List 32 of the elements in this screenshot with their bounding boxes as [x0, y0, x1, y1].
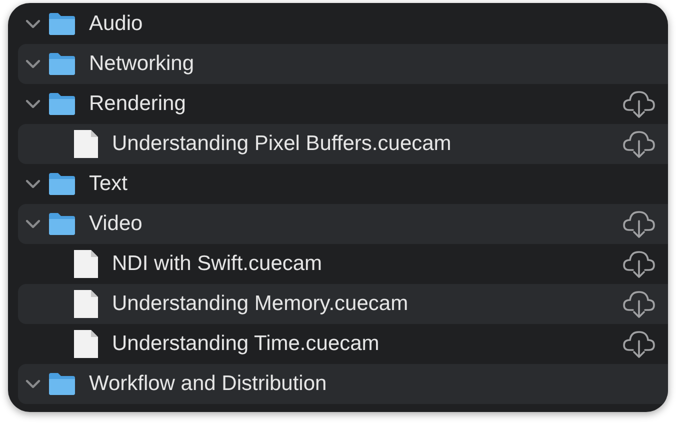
item-name[interactable]: Video: [89, 212, 622, 236]
chevron-down-icon[interactable]: [24, 378, 42, 390]
document-icon: [73, 329, 99, 359]
item-name[interactable]: Understanding Time.cuecam: [112, 332, 622, 356]
folder-icon: [48, 372, 76, 396]
folder-icon: [48, 92, 76, 116]
chevron-down-icon[interactable]: [24, 218, 42, 230]
item-name[interactable]: Text: [89, 172, 668, 196]
folder-icon: [48, 212, 76, 236]
item-name[interactable]: Workflow and Distribution: [89, 372, 668, 396]
cloud-download-icon[interactable]: [622, 89, 656, 119]
document-icon: [73, 129, 99, 159]
item-name[interactable]: Understanding Pixel Buffers.cuecam: [112, 132, 622, 156]
document-icon: [73, 289, 99, 319]
chevron-down-icon[interactable]: [24, 18, 42, 30]
chevron-down-icon[interactable]: [24, 58, 42, 70]
item-name[interactable]: Audio: [89, 12, 668, 36]
folder-icon: [48, 172, 76, 196]
document-icon: [73, 249, 99, 279]
folder-icon: [48, 52, 76, 76]
folder-icon: [48, 12, 76, 36]
item-name[interactable]: NDI with Swift.cuecam: [112, 252, 622, 276]
item-name[interactable]: Networking: [89, 52, 668, 76]
chevron-down-icon[interactable]: [24, 178, 42, 190]
item-name[interactable]: Understanding Memory.cuecam: [112, 292, 622, 316]
cloud-download-icon[interactable]: [622, 129, 656, 159]
cloud-download-icon[interactable]: [622, 329, 656, 359]
item-name[interactable]: Rendering: [89, 92, 622, 116]
cloud-download-icon[interactable]: [622, 249, 656, 279]
cloud-download-icon[interactable]: [622, 289, 656, 319]
chevron-down-icon[interactable]: [24, 98, 42, 110]
cloud-download-icon[interactable]: [622, 209, 656, 239]
